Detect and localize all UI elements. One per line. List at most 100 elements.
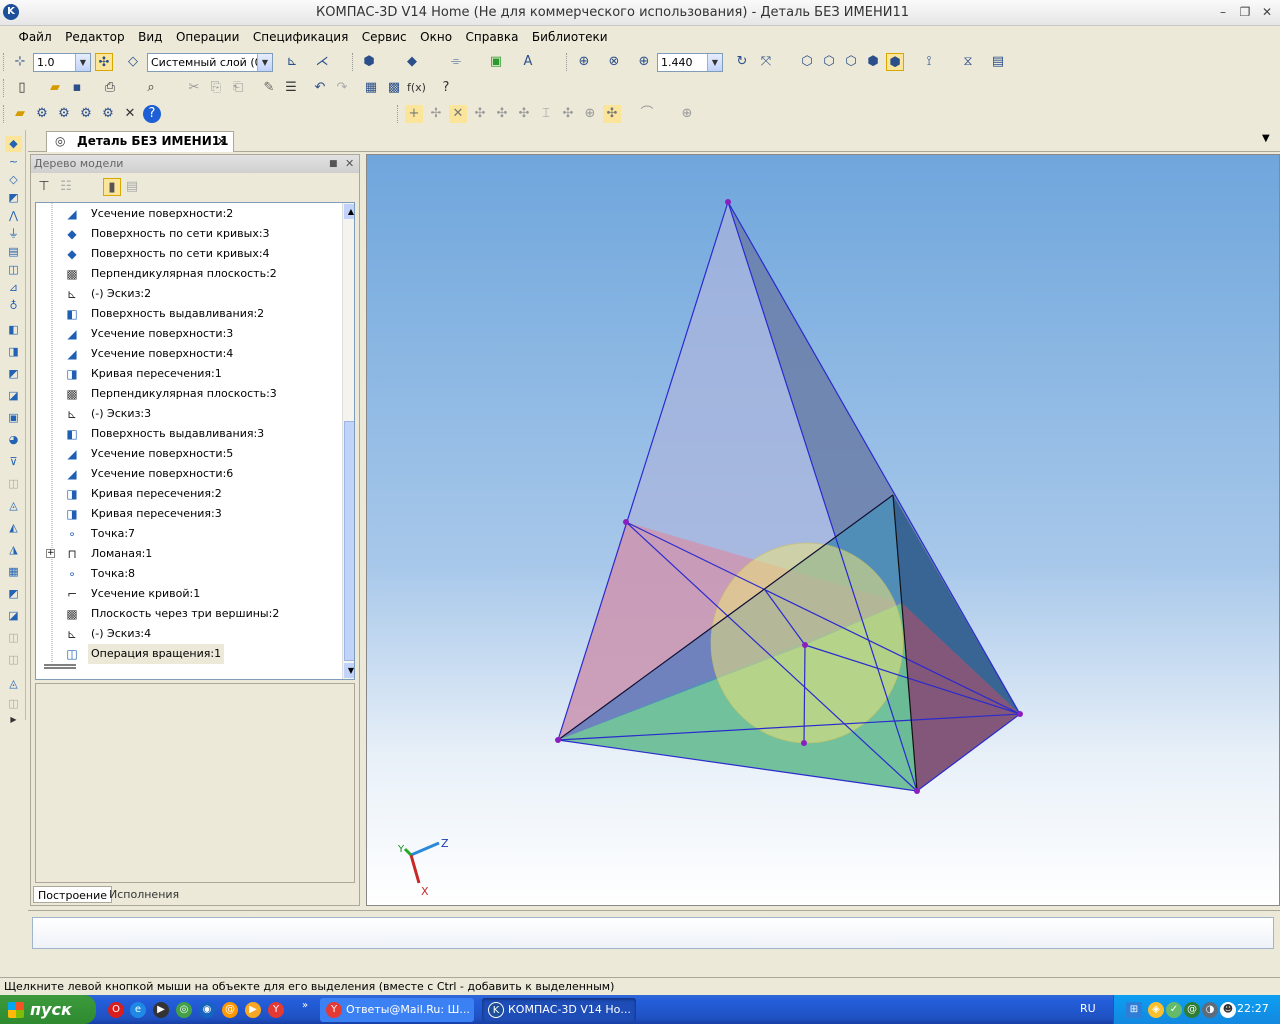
tree-item[interactable]: ◧ Поверхность выдавливания:3 [36,424,336,444]
tree-item[interactable]: ▩ Плоскость через три вершины:2 [36,604,336,624]
property-panel-body[interactable] [32,917,1274,949]
tree-item[interactable]: ⊾ (-) Эскиз:2 [36,284,336,304]
tree-item[interactable]: ∘ Точка:7 [36,524,336,544]
restore-button[interactable]: ❐ [1236,4,1254,20]
tree-item[interactable]: ◨ Кривая пересечения:2 [36,484,336,504]
print-icon[interactable]: ⎙ [101,79,119,97]
filter-icon[interactable]: ⧖ [959,53,977,71]
app-library-icon[interactable]: ⚙ [33,105,51,123]
shaded-icon[interactable]: ⬢ [864,53,882,71]
snap-grid-icon[interactable]: + [405,105,423,123]
tree-item[interactable]: ⊓ Ломаная:1 [36,544,336,564]
menu-help[interactable]: Справка [461,28,524,46]
snap-tangent-icon[interactable]: ✣ [493,105,511,123]
app-tools-icon[interactable]: ⚙ [55,105,73,123]
app-wrench-icon[interactable]: ✕ [121,105,139,123]
tree-item[interactable]: ◧ Поверхность выдавливания:2 [36,304,336,324]
trim-surface-icon[interactable]: ◭ [5,520,22,536]
sew-surface-icon[interactable]: ◫ [5,476,22,492]
tree-item[interactable]: ∘ Точка:8 [36,564,336,584]
chevron-right-icon[interactable]: ▶ [5,712,22,728]
toolbar-grip[interactable] [397,105,401,123]
scroll-thumb[interactable] [344,421,354,661]
help-pointer-icon[interactable]: ? [437,79,455,97]
language-indicator[interactable]: RU [1080,1002,1096,1015]
menu-window[interactable]: Окно [415,28,457,46]
sheet-icon[interactable]: ♁ [5,298,22,314]
menu-file[interactable]: Файл [14,28,57,46]
toolbar-grip[interactable] [3,105,7,123]
snap-angle-icon[interactable]: ⌶ [537,105,555,123]
editing-mode-icon[interactable]: ◆ [5,136,22,152]
restore-surface-icon[interactable]: ◫ [5,630,22,646]
opera-icon[interactable]: O [108,1002,124,1018]
tree-item[interactable]: ⊾ (-) Эскиз:4 [36,624,336,644]
minimize-button[interactable]: – [1214,4,1232,20]
chevron-down-icon[interactable]: ▼ [1262,133,1270,144]
toolbar-grip[interactable] [3,79,7,97]
layer-combo[interactable]: Системный слой (0) ▼ [147,53,273,72]
scroll-up-icon[interactable]: ▲ [344,204,354,219]
cut-icon[interactable]: ✂ [185,79,203,97]
tab-document[interactable]: ◎ Деталь БЕЗ ИМЕНИ11 ✕ [46,131,234,152]
tree-item[interactable]: ▩ Перпендикулярная плоскость:2 [36,264,336,284]
local-cs-icon[interactable]: ⊾ [283,53,301,71]
menu-view[interactable]: Вид [133,28,167,46]
delete-face-icon[interactable]: ◫ [5,652,22,668]
dimensions-icon[interactable]: ⊿ [5,280,22,296]
expand-toggle[interactable]: + [46,549,55,558]
zoom-all-icon[interactable]: ⊗ [605,53,623,71]
patch-icon[interactable]: ▣ [5,410,22,426]
app-gears-icon[interactable]: ⚙ [77,105,95,123]
pan-icon[interactable]: ⤧ [757,53,775,71]
panda-icon[interactable]: ☻ [1220,1002,1236,1018]
chevron-down-icon[interactable]: ▼ [257,54,272,71]
kinematic-surface-icon[interactable]: ◩ [5,366,22,382]
tree-item[interactable]: ⊾ (-) Эскиз:3 [36,404,336,424]
ie-icon[interactable]: e [130,1002,146,1018]
perspective-icon[interactable]: ⟟ [920,53,938,71]
zoom-combo[interactable]: 1.440 ▼ [657,53,723,72]
tree-item[interactable]: ◢ Усечение поверхности:5 [36,444,336,464]
aux-geometry-icon[interactable]: ◩ [5,190,22,206]
redo-icon[interactable]: ↷ [333,79,351,97]
pin-icon[interactable]: ■ [329,155,338,173]
app-folder-icon[interactable]: ▰ [11,105,29,123]
extrude-surface-icon[interactable]: ◧ [5,322,22,338]
snap-normal-icon[interactable]: ✣ [515,105,533,123]
menu-editor[interactable]: Редактор [60,28,129,46]
join-surface-icon[interactable]: ◪ [5,608,22,624]
snap-icon[interactable]: ✣ [95,53,113,71]
yandex-browser-icon[interactable]: Y [268,1002,284,1018]
assembly-icon[interactable]: ⌯ [447,53,465,71]
save-icon[interactable]: ▪ [68,79,86,97]
antivirus-icon[interactable]: ◑ [1202,1002,1218,1018]
render-mode-icon[interactable]: ⬢ [360,53,378,71]
model-tree-list[interactable]: ◢ Усечение поверхности:2 ◆ Поверхность по с… [35,202,355,680]
start-button[interactable]: пуск [0,995,96,1024]
shaded-edges-icon[interactable]: ⬢ [886,53,904,71]
tree-structure-icon[interactable]: ⊤ [35,178,53,196]
space-curves-icon[interactable]: ⋀ [5,208,22,224]
snap-end-icon[interactable]: ✢ [427,105,445,123]
taskbar-item-answers[interactable]: Y Ответы@Mail.Ru: Ш... [320,998,474,1022]
open-folder-icon[interactable]: ▰ [46,79,64,97]
new-document-icon[interactable]: ▯ [13,79,31,97]
step-icon[interactable]: ⊹ [11,53,29,71]
zoom-window-icon[interactable]: ⊕ [575,53,593,71]
curves-icon[interactable]: ~ [5,154,22,170]
patch-boundary-icon[interactable]: ◬ [5,676,22,692]
toolbar-grip[interactable] [566,53,570,71]
snap-intersect-icon[interactable]: ✣ [471,105,489,123]
zoom-icon[interactable]: ⊕ [635,53,653,71]
check-icon[interactable]: ✓ [1166,1002,1182,1018]
help-icon[interactable]: ? [143,105,161,123]
tree-item[interactable]: ◆ Поверхность по сети кривых:4 [36,244,336,264]
extend-surface-icon[interactable]: ◬ [5,498,22,514]
close-tab-icon[interactable]: ✕ [217,132,226,151]
network-icon[interactable]: ⊞ [1126,1002,1142,1018]
part-cube-icon[interactable]: ◆ [403,53,421,71]
mail-agent-icon[interactable]: @ [222,1002,238,1018]
split-surface-icon[interactable]: ◮ [5,542,22,558]
revolve-surface-icon[interactable]: ◨ [5,344,22,360]
